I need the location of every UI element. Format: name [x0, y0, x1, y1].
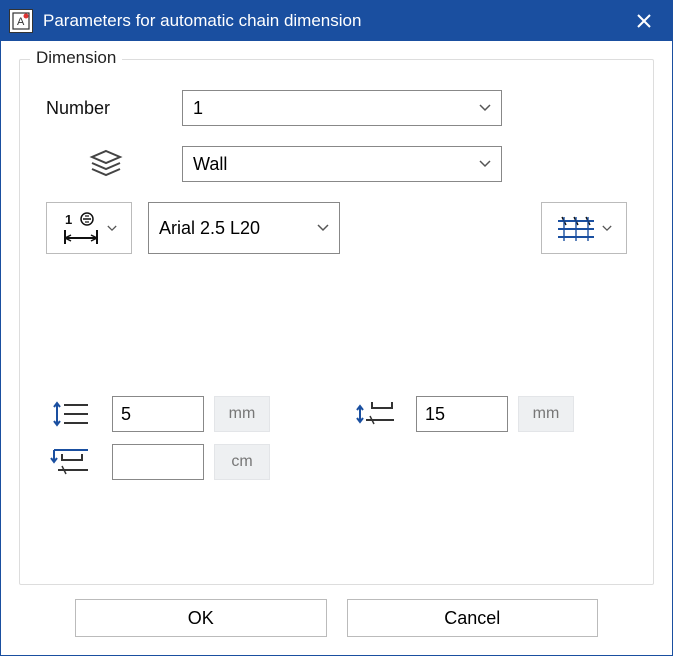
- group-label: Dimension: [30, 48, 122, 68]
- measurement-grid: mm mm: [46, 394, 627, 482]
- close-icon: [637, 14, 651, 28]
- gap-icon: [46, 442, 94, 482]
- close-button[interactable]: [624, 1, 664, 41]
- number-select[interactable]: 1: [182, 90, 502, 126]
- cancel-button[interactable]: Cancel: [347, 599, 599, 637]
- font-value: Arial 2.5 L20: [159, 218, 260, 239]
- gap-unit: cm: [214, 444, 270, 480]
- chevron-down-icon: [479, 104, 491, 112]
- gap-input[interactable]: [112, 444, 204, 480]
- row-number: Number 1: [46, 90, 627, 126]
- row-layer: Wall: [46, 144, 627, 184]
- number-label: Number: [46, 98, 166, 119]
- chevron-down-icon: [602, 225, 612, 232]
- chevron-down-icon: [317, 224, 329, 232]
- offset-unit: mm: [518, 396, 574, 432]
- layers-icon: [82, 144, 130, 184]
- svg-text:1: 1: [65, 212, 72, 227]
- dialog-title: Parameters for automatic chain dimension: [43, 11, 624, 31]
- dimension-group: Dimension Number 1: [19, 59, 654, 585]
- row-style: 1 Arial: [46, 202, 627, 254]
- titlebar: A Parameters for automatic chain dimensi…: [1, 1, 672, 41]
- ok-button[interactable]: OK: [75, 599, 327, 637]
- chevron-down-icon: [479, 160, 491, 168]
- button-bar: OK Cancel: [19, 585, 654, 641]
- line-spacing-unit: mm: [214, 396, 270, 432]
- chevron-down-icon: [107, 225, 117, 232]
- dimension-style-icon: 1: [61, 210, 101, 246]
- svg-text:A: A: [17, 16, 25, 28]
- dimension-style-picker[interactable]: 1: [46, 202, 132, 254]
- layer-value: Wall: [193, 154, 227, 175]
- font-select[interactable]: Arial 2.5 L20: [148, 202, 340, 254]
- grid-style-icon: [556, 213, 596, 243]
- line-spacing-input[interactable]: [112, 396, 204, 432]
- layer-select[interactable]: Wall: [182, 146, 502, 182]
- line-spacing-icon: [46, 394, 94, 434]
- offset-icon: [350, 394, 398, 434]
- grid-style-picker[interactable]: [541, 202, 627, 254]
- app-icon: A: [9, 9, 33, 33]
- dialog-content: Dimension Number 1: [1, 41, 672, 655]
- number-value: 1: [193, 98, 203, 119]
- offset-input[interactable]: [416, 396, 508, 432]
- dialog-window: A Parameters for automatic chain dimensi…: [0, 0, 673, 656]
